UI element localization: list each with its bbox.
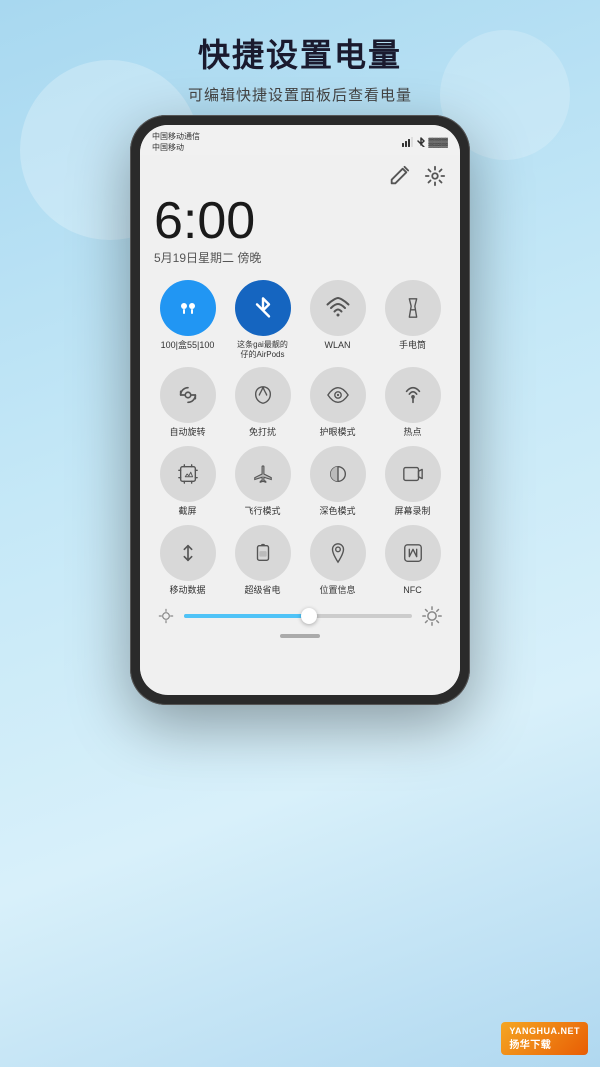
hotspot-button[interactable]	[385, 367, 441, 423]
time-display: 6:00	[154, 195, 446, 247]
screenrecord-button[interactable]	[385, 446, 441, 502]
toggle-wifi[interactable]: WLAN	[304, 280, 371, 359]
control-center: 6:00 5月19日星期二 傍晚	[140, 155, 460, 693]
toggle-eye[interactable]: 护眼模式	[304, 367, 371, 438]
brightness-fill	[184, 614, 309, 618]
mobiledata-label: 移动数据	[169, 585, 205, 596]
screenshot-icon	[177, 463, 199, 485]
toggle-mobiledata[interactable]: 移动数据	[154, 525, 221, 596]
battery-indicator: ▓▓▓	[428, 137, 448, 147]
darkmode-button[interactable]	[310, 446, 366, 502]
bluetooth-status-icon	[417, 137, 425, 147]
powersave-icon	[252, 542, 274, 564]
eye-button[interactable]	[310, 367, 366, 423]
rotate-label: 自动旋转	[169, 427, 205, 438]
toggle-screenrecord[interactable]: 屏幕录制	[379, 446, 446, 517]
rotate-icon	[177, 384, 199, 406]
nfc-icon	[402, 542, 424, 564]
bluetooth-icon	[253, 296, 273, 320]
nfc-label: NFC	[403, 585, 422, 596]
powersave-button[interactable]	[235, 525, 291, 581]
toggle-powersave[interactable]: 超级省电	[229, 525, 296, 596]
toggle-airpods[interactable]: 100|盒55|100	[154, 280, 221, 359]
toggle-screenshot[interactable]: 截屏	[154, 446, 221, 517]
toggle-hotspot[interactable]: 热点	[379, 367, 446, 438]
screenshot-label: 截屏	[178, 506, 196, 517]
gesture-bar	[154, 626, 446, 638]
date-display: 5月19日星期二 傍晚	[154, 249, 446, 266]
toggle-location[interactable]: 位置信息	[304, 525, 371, 596]
toggle-flashlight[interactable]: 手电筒	[379, 280, 446, 359]
hotspot-icon	[402, 384, 424, 406]
bluetooth-label: 这条gai最靓的仔的AirPods	[237, 340, 288, 359]
brightness-max-icon	[422, 606, 442, 626]
gesture-indicator	[280, 634, 320, 638]
wifi-button[interactable]	[310, 280, 366, 336]
airplane-button[interactable]	[235, 446, 291, 502]
powersave-label: 超级省电	[244, 585, 280, 596]
flashlight-icon	[402, 297, 424, 319]
settings-icon[interactable]	[424, 165, 446, 187]
screenrecord-icon	[402, 463, 424, 485]
wifi-icon	[326, 296, 350, 320]
toggle-airplane[interactable]: 飞行模式	[229, 446, 296, 517]
cc-top-bar	[154, 165, 446, 187]
airpods-label: 100|盒55|100	[161, 340, 215, 351]
nfc-button[interactable]	[385, 525, 441, 581]
dnd-button[interactable]	[235, 367, 291, 423]
bluetooth-button[interactable]	[235, 280, 291, 336]
wifi-label: WLAN	[324, 340, 350, 351]
mobiledata-button[interactable]	[160, 525, 216, 581]
phone-frame: 中国移动通信 中国移动 ▓▓▓	[130, 115, 470, 705]
status-bar-carrier: 中国移动通信 中国移动	[152, 131, 200, 153]
eye-icon	[327, 384, 349, 406]
airpods-button[interactable]	[160, 280, 216, 336]
darkmode-icon	[327, 463, 349, 485]
toggle-grid: 100|盒55|100 这条gai最靓的仔的AirPods	[154, 280, 446, 596]
rotate-button[interactable]	[160, 367, 216, 423]
airpods-icon	[176, 296, 200, 320]
brightness-thumb[interactable]	[301, 608, 317, 624]
screenrecord-label: 屏幕录制	[394, 506, 430, 517]
location-label: 位置信息	[319, 585, 355, 596]
airplane-icon	[252, 463, 274, 485]
watermark-label: 扬华下载	[509, 1036, 580, 1051]
status-bar: 中国移动通信 中国移动 ▓▓▓	[140, 125, 460, 155]
watermark-site: YANGHUA.NET	[509, 1026, 580, 1036]
brightness-min-icon	[158, 608, 174, 624]
location-icon	[327, 542, 349, 564]
airplane-label: 飞行模式	[244, 506, 280, 517]
toggle-dnd[interactable]: 免打扰	[229, 367, 296, 438]
brightness-track[interactable]	[184, 614, 412, 618]
dnd-icon	[252, 384, 274, 406]
toggle-bluetooth[interactable]: 这条gai最靓的仔的AirPods	[229, 280, 296, 359]
toggle-darkmode[interactable]: 深色模式	[304, 446, 371, 517]
phone-screen: 中国移动通信 中国移动 ▓▓▓	[140, 125, 460, 695]
status-bar-icons: ▓▓▓	[402, 137, 448, 147]
flashlight-label: 手电筒	[399, 340, 426, 351]
darkmode-label: 深色模式	[319, 506, 355, 517]
mobiledata-icon	[177, 542, 199, 564]
toggle-nfc[interactable]: NFC	[379, 525, 446, 596]
dnd-label: 免打扰	[249, 427, 276, 438]
eye-label: 护眼模式	[319, 427, 355, 438]
signal-icon	[402, 137, 414, 147]
edit-icon[interactable]	[388, 165, 410, 187]
hotspot-label: 热点	[403, 427, 421, 438]
screenshot-button[interactable]	[160, 446, 216, 502]
brightness-control[interactable]	[154, 606, 446, 626]
flashlight-button[interactable]	[385, 280, 441, 336]
location-button[interactable]	[310, 525, 366, 581]
toggle-rotate[interactable]: 自动旋转	[154, 367, 221, 438]
watermark: YANGHUA.NET 扬华下载	[501, 1022, 588, 1055]
